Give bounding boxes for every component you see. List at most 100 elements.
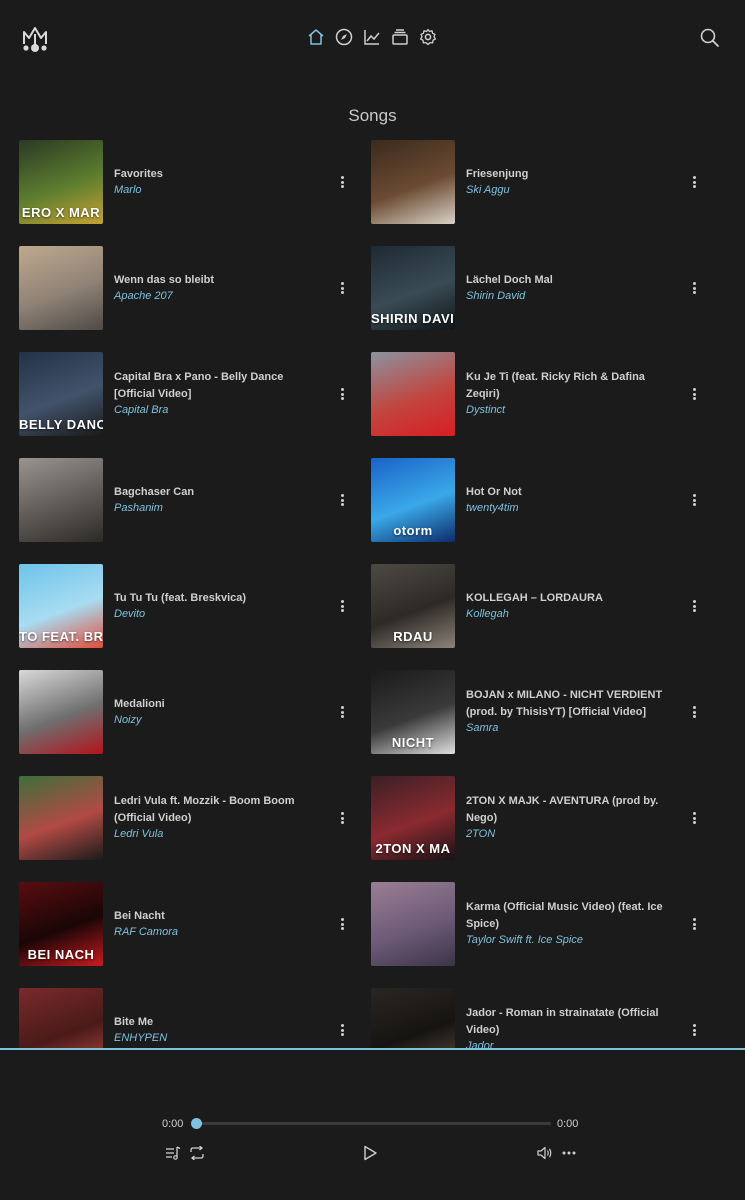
song-artist[interactable]: Samra [466,720,666,737]
song-artist[interactable]: 2TON [466,826,666,843]
song-title[interactable]: Capital Bra x Pano - Belly Dance [Offici… [114,369,314,402]
song-title[interactable]: Hot Or Not [466,484,666,501]
song-title[interactable]: Bagchaser Can [114,484,314,501]
more-vertical-icon[interactable] [689,916,699,932]
seek-bar[interactable] [191,1118,551,1129]
song-title[interactable]: BOJAN x MILANO - NICHT VERDIENT (prod. b… [466,687,666,720]
more-vertical-icon[interactable] [337,174,347,190]
song-item[interactable]: BELLY DANCE Capital Bra x Pano - Belly Da… [19,352,359,436]
song-cover-art[interactable] [19,670,103,754]
more-vertical-icon[interactable] [689,174,699,190]
song-item[interactable]: Jador - Roman in strainatate (Official V… [371,988,711,1048]
song-cover-art[interactable] [19,776,103,860]
song-title[interactable]: 2TON X MAJK - AVENTURA (prod by. Nego) [466,793,666,826]
song-cover-art[interactable] [19,988,103,1048]
repeat-icon[interactable] [187,1144,207,1162]
song-title[interactable]: Karma (Official Music Video) (feat. Ice … [466,899,666,932]
more-horizontal-icon[interactable] [562,1144,576,1162]
song-artist[interactable]: Devito [114,606,314,623]
song-item[interactable]: ERO X MAR Favorites Marlo [19,140,359,224]
song-title[interactable]: Lächel Doch Mal [466,272,666,289]
song-title[interactable]: Bei Nacht [114,908,314,925]
more-vertical-icon[interactable] [689,598,699,614]
library-stack-icon[interactable] [390,27,410,47]
play-icon[interactable] [361,1144,379,1162]
song-item[interactable]: Ku Je Ti (feat. Ricky Rich & Dafina Zeqi… [371,352,711,436]
song-cover-art[interactable]: TO FEAT. BRESK [19,564,103,648]
more-vertical-icon[interactable] [689,280,699,296]
song-item[interactable]: Bagchaser Can Pashanim [19,458,359,542]
song-title[interactable]: Wenn das so bleibt [114,272,314,289]
song-artist[interactable]: twenty4tim [466,500,666,517]
song-cover-art[interactable] [19,458,103,542]
song-cover-art[interactable]: BEI NACH [19,882,103,966]
song-item[interactable]: BEI NACH Bei Nacht RAF Camora [19,882,359,966]
song-cover-art[interactable]: SHIRIN DAVID [371,246,455,330]
song-artist[interactable]: Dystinct [466,402,666,419]
song-item[interactable]: Bite Me ENHYPEN [19,988,359,1048]
home-icon[interactable] [306,27,326,47]
song-title[interactable]: Bite Me [114,1014,314,1031]
volume-icon[interactable] [536,1144,554,1162]
song-item[interactable]: Ledri Vula ft. Mozzik - Boom Boom (Offic… [19,776,359,860]
song-title[interactable]: Medalioni [114,696,314,713]
more-vertical-icon[interactable] [337,1022,347,1038]
song-item[interactable]: Medalioni Noizy [19,670,359,754]
song-cover-art[interactable] [371,140,455,224]
more-vertical-icon[interactable] [337,386,347,402]
song-title[interactable]: KOLLEGAH – LORDAURA [466,590,666,607]
song-artist[interactable]: Taylor Swift ft. Ice Spice [466,932,666,949]
song-artist[interactable]: RAF Camora [114,924,314,941]
song-artist[interactable]: Shirin David [466,288,666,305]
song-cover-art[interactable]: RDAU [371,564,455,648]
song-title[interactable]: Jador - Roman in strainatate (Official V… [466,1005,666,1038]
queue-list-icon[interactable] [165,1144,181,1162]
song-item[interactable]: Friesenjung Ski Aggu [371,140,711,224]
more-vertical-icon[interactable] [689,810,699,826]
song-artist[interactable]: Capital Bra [114,402,314,419]
song-cover-art[interactable]: 2TON X MA [371,776,455,860]
more-vertical-icon[interactable] [337,598,347,614]
more-vertical-icon[interactable] [689,492,699,508]
song-title[interactable]: Ku Je Ti (feat. Ricky Rich & Dafina Zeqi… [466,369,666,402]
song-item[interactable]: NICHT BOJAN x MILANO - NICHT VERDIENT (pr… [371,670,711,754]
seek-handle[interactable] [191,1118,202,1129]
song-cover-art[interactable] [371,988,455,1048]
search-icon[interactable] [699,27,721,49]
song-cover-art[interactable]: NICHT [371,670,455,754]
song-title[interactable]: Friesenjung [466,166,666,183]
more-vertical-icon[interactable] [337,916,347,932]
more-vertical-icon[interactable] [689,704,699,720]
song-item[interactable]: Wenn das so bleibt Apache 207 [19,246,359,330]
song-artist[interactable]: ENHYPEN [114,1030,314,1047]
song-artist[interactable]: Apache 207 [114,288,314,305]
song-cover-art[interactable]: BELLY DANCE [19,352,103,436]
song-cover-art[interactable]: otorm [371,458,455,542]
more-vertical-icon[interactable] [337,280,347,296]
more-vertical-icon[interactable] [337,810,347,826]
song-artist[interactable]: Ski Aggu [466,182,666,199]
song-item[interactable]: Karma (Official Music Video) (feat. Ice … [371,882,711,966]
song-item[interactable]: SHIRIN DAVID Lächel Doch Mal Shirin David [371,246,711,330]
song-artist[interactable]: Marlo [114,182,314,199]
more-vertical-icon[interactable] [689,1022,699,1038]
song-cover-art[interactable] [371,882,455,966]
trending-chart-icon[interactable] [362,27,382,47]
song-title[interactable]: Ledri Vula ft. Mozzik - Boom Boom (Offic… [114,793,314,826]
song-artist[interactable]: Jador [466,1038,666,1048]
more-vertical-icon[interactable] [337,492,347,508]
more-vertical-icon[interactable] [689,386,699,402]
song-item[interactable]: TO FEAT. BRESK Tu Tu Tu (feat. Breskvica)… [19,564,359,648]
more-vertical-icon[interactable] [337,704,347,720]
song-artist[interactable]: Noizy [114,712,314,729]
song-item[interactable]: RDAU KOLLEGAH – LORDAURA Kollegah [371,564,711,648]
song-artist[interactable]: Kollegah [466,606,666,623]
song-cover-art[interactable]: ERO X MAR [19,140,103,224]
crown-notes-logo[interactable] [20,24,50,54]
song-item[interactable]: otorm Hot Or Not twenty4tim [371,458,711,542]
song-item[interactable]: 2TON X MA 2TON X MAJK - AVENTURA (prod by… [371,776,711,860]
song-cover-art[interactable] [19,246,103,330]
song-cover-art[interactable] [371,352,455,436]
gear-icon[interactable] [418,27,438,47]
compass-icon[interactable] [334,27,354,47]
